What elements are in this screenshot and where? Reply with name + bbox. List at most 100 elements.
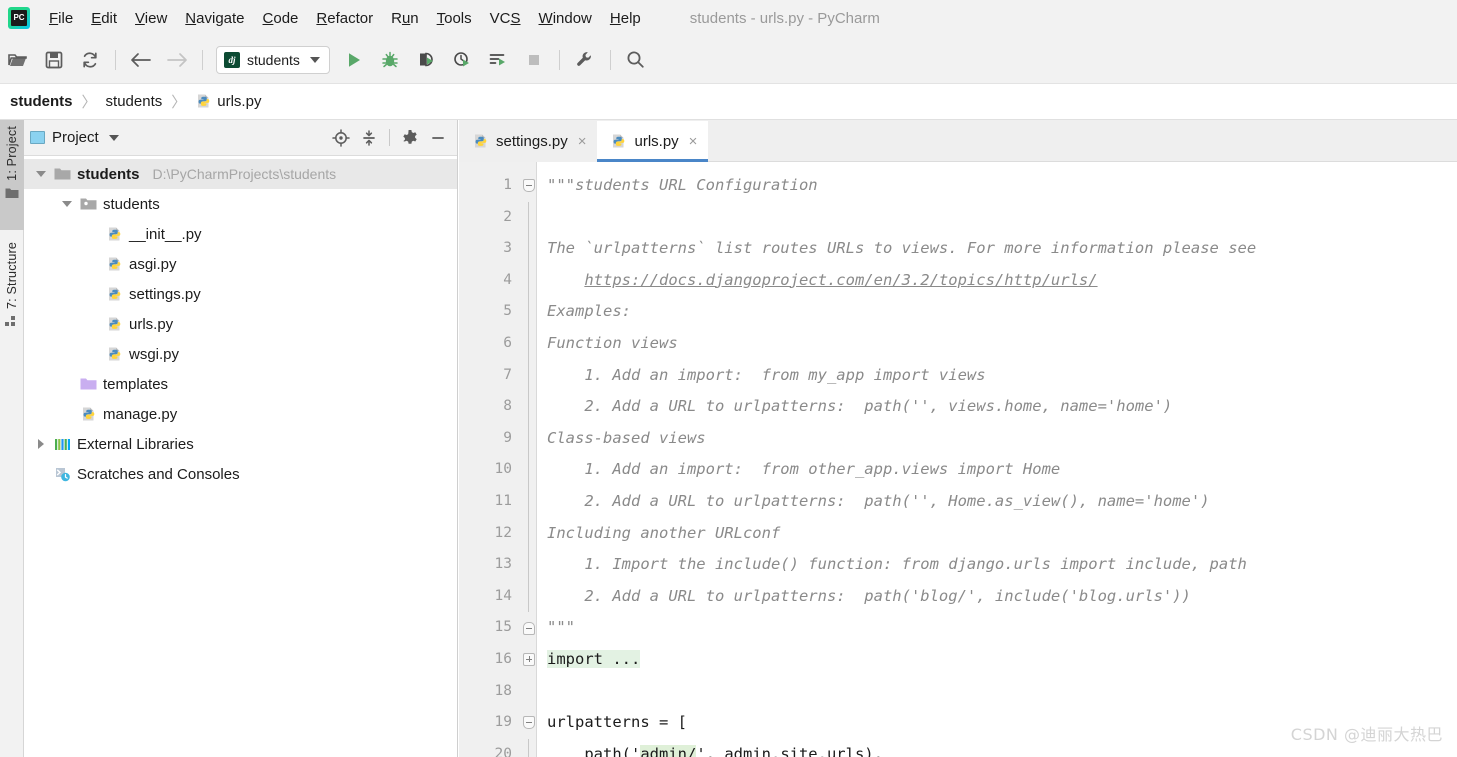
code-viewport[interactable]: 1 2 3 4 5 6 7 8 9 10 11 12 13 14 15 16 18 19 20 """student…	[459, 162, 1457, 757]
menu-item-run[interactable]: Run	[382, 8, 428, 29]
fold-region-line	[528, 296, 529, 328]
close-icon[interactable]: ×	[689, 134, 698, 149]
tree-node-urls-py[interactable]: urls.py	[24, 309, 457, 339]
breadcrumb-label: urls.py	[217, 93, 262, 110]
gear-icon[interactable]	[397, 125, 423, 151]
fold-region-line	[528, 201, 529, 234]
search-icon[interactable]	[621, 45, 651, 75]
tree-node-asgi-py[interactable]: asgi.py	[24, 249, 457, 279]
tree-node-manage-py[interactable]: manage.py	[24, 399, 457, 429]
editor-tab-label: urls.py	[634, 133, 679, 150]
fold-region-line	[528, 359, 529, 392]
menu-item-file[interactable]: File	[40, 8, 82, 29]
line-number: 12	[494, 524, 512, 541]
run-coverage-icon[interactable]	[411, 45, 441, 75]
sidebar-tab-structure[interactable]: 7: Structure	[0, 236, 24, 354]
panel-action-separator	[389, 129, 390, 146]
tree-node-label: students	[103, 195, 160, 213]
code-token: 2. Add a URL to urlpatterns: path('', Ho…	[547, 491, 1210, 510]
tree-node-students[interactable]: students D:\PyCharmProjects\students	[24, 159, 457, 189]
code-line: 1. Add an import: from other_app.views i…	[547, 454, 1457, 486]
code-content[interactable]: """students URL Configuration The `urlpat…	[537, 162, 1457, 757]
tree-node-students[interactable]: students	[24, 189, 457, 219]
close-icon[interactable]: ×	[578, 134, 587, 149]
code-token: Including another URLconf	[547, 523, 781, 542]
menu-item-tools[interactable]: Tools	[428, 8, 481, 29]
back-arrow-icon[interactable]	[126, 45, 156, 75]
python-file-icon	[80, 406, 97, 423]
code-token: ', admin.site.urls),	[696, 744, 883, 757]
tree-node-templates[interactable]: templates	[24, 369, 457, 399]
code-line: 2. Add a URL to urlpatterns: path('', Ho…	[547, 486, 1457, 518]
sync-icon[interactable]	[75, 45, 105, 75]
pycharm-window: PC File Edit View Navigate Code Refactor Run To…	[0, 0, 1457, 757]
toolbar-separator-1	[115, 49, 116, 70]
editor-tab-urls-py[interactable]: urls.py ×	[597, 121, 709, 162]
chevron-down-icon[interactable]	[60, 197, 74, 211]
project-panel-title-group[interactable]: Project	[30, 129, 119, 146]
breadcrumb-segment-1[interactable]: students	[106, 93, 163, 110]
run-icon[interactable]	[339, 45, 369, 75]
menu-item-vcs[interactable]: VCS	[481, 8, 530, 29]
code-token: 1. Import the include() function: from d…	[547, 555, 1247, 574]
code-token: Function views	[547, 333, 678, 352]
line-number: 4	[503, 271, 512, 288]
tool-window-bar-left: 1: Project 7: Structure	[0, 120, 24, 757]
fold-collapse-icon[interactable]	[522, 170, 536, 202]
open-folder-icon[interactable]	[3, 45, 33, 75]
settings-wrench-icon[interactable]	[570, 45, 600, 75]
chevron-right-icon[interactable]	[34, 437, 48, 451]
profile-icon[interactable]	[447, 45, 477, 75]
code-token: 2. Add a URL to urlpatterns: path('', vi…	[547, 397, 1173, 416]
code-line: 2. Add a URL to urlpatterns: path('blog/…	[547, 581, 1457, 613]
run-configuration-selector[interactable]: dj students	[216, 45, 330, 74]
menu-item-help[interactable]: Help	[601, 8, 650, 29]
locate-target-icon[interactable]	[328, 125, 354, 151]
sidebar-tab-project-label: 1: Project	[5, 126, 19, 181]
code-folding-gutter[interactable]	[521, 162, 537, 757]
tree-node-label: Scratches and Consoles	[77, 465, 240, 483]
structure-icon	[5, 314, 19, 332]
python-file-icon	[472, 133, 489, 150]
tree-node-label: settings.py	[129, 285, 201, 303]
debug-icon[interactable]	[375, 45, 405, 75]
breadcrumb-segment-2[interactable]: urls.py	[195, 93, 261, 110]
tree-node-scratches-and-consoles[interactable]: Scratches and Consoles	[24, 459, 457, 489]
toolbar-separator-2	[202, 49, 203, 70]
menu-item-navigate[interactable]: Navigate	[176, 8, 253, 29]
menu-item-code[interactable]: Code	[254, 8, 308, 29]
tree-node--init-py[interactable]: __init__.py	[24, 219, 457, 249]
menu-item-window[interactable]: Window	[530, 8, 601, 29]
project-file-tree[interactable]: students D:\PyCharmProjects\students stude…	[24, 156, 457, 757]
code-token: 1. Add an import: from my_app import vie…	[547, 365, 986, 384]
run-configuration-label: students	[247, 51, 300, 68]
fold-region-line	[528, 549, 529, 581]
editor-tab-settings-py[interactable]: settings.py ×	[459, 121, 598, 162]
line-number: 16	[494, 650, 512, 667]
code-token: """	[547, 618, 575, 637]
project-panel-actions	[328, 125, 451, 151]
menu-item-edit[interactable]: Edit	[82, 8, 126, 29]
tree-node-settings-py[interactable]: settings.py	[24, 279, 457, 309]
code-line: """students URL Configuration	[547, 170, 1457, 202]
breadcrumb-segment-0[interactable]: students	[10, 93, 73, 110]
menu-item-refactor[interactable]: Refactor	[307, 8, 382, 29]
chevron-down-icon	[309, 56, 320, 63]
code-line: path('admin/', admin.site.urls),	[547, 739, 1457, 757]
fold-collapse-icon[interactable]	[522, 612, 536, 644]
minimize-icon[interactable]	[425, 125, 451, 151]
code-token: The `urlpatterns` list routes URLs to vi…	[547, 239, 1257, 258]
chevron-down-icon[interactable]	[34, 167, 48, 181]
fold-expand-icon[interactable]	[522, 644, 536, 676]
collapse-all-icon[interactable]	[356, 125, 382, 151]
sidebar-tab-project[interactable]: 1: Project	[0, 120, 24, 230]
tree-node-wsgi-py[interactable]: wsgi.py	[24, 339, 457, 369]
breadcrumb-separator: 〉	[171, 94, 187, 111]
menu-bar: PC File Edit View Navigate Code Refactor Run To…	[0, 0, 1457, 36]
run-console-icon[interactable]	[483, 45, 513, 75]
fold-collapse-icon[interactable]	[522, 707, 536, 739]
tree-node-external-libraries[interactable]: External Libraries	[24, 429, 457, 459]
menu-item-view[interactable]: View	[126, 8, 176, 29]
save-icon[interactable]	[39, 45, 69, 75]
